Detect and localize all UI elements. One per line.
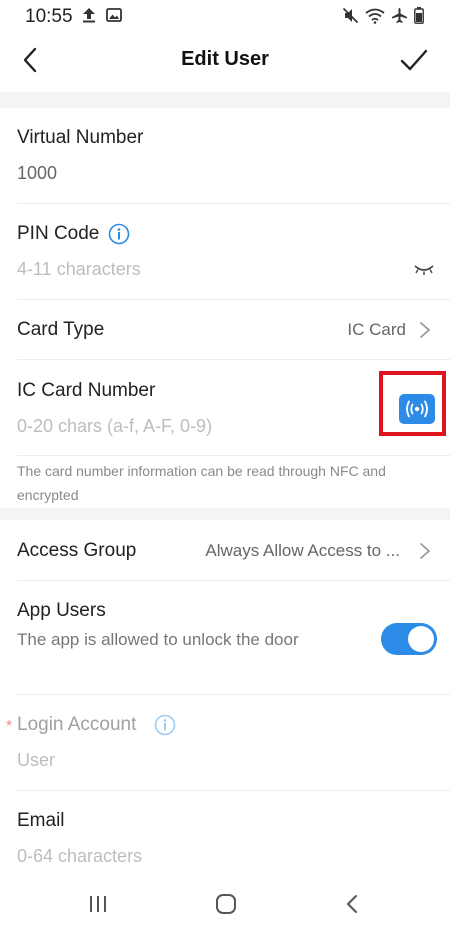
chevron-right-icon: [420, 322, 430, 338]
edit-user-screen: 10:55 Edit User Virtual Number 1000 PIN …: [0, 0, 450, 934]
image-icon: [106, 8, 122, 22]
pin-code-label: PIN Code: [17, 223, 100, 244]
login-account-row[interactable]: Login Account User: [0, 695, 450, 790]
upload-icon: [83, 8, 95, 23]
email-row[interactable]: Email 0-64 characters: [0, 791, 450, 876]
status-left-icons: [82, 7, 122, 23]
pin-code-input[interactable]: 4-11 characters: [17, 259, 141, 280]
wifi-icon: [365, 8, 385, 24]
checkmark-icon: [400, 49, 428, 71]
virtual-number-value[interactable]: 1000: [17, 163, 57, 184]
pin-code-row[interactable]: PIN Code 4-11 characters: [0, 204, 450, 299]
recent-apps-icon[interactable]: [88, 894, 108, 914]
access-group-row[interactable]: Access Group Always Allow Access to ...: [0, 520, 450, 580]
eye-closed-icon[interactable]: [413, 263, 435, 277]
login-account-label: Login Account: [17, 714, 137, 735]
virtual-number-row[interactable]: Virtual Number 1000: [0, 108, 450, 203]
ic-card-number-input[interactable]: 0-20 chars (a-f, A-F, 0-9): [17, 416, 212, 437]
email-label: Email: [17, 810, 65, 831]
home-icon[interactable]: [215, 893, 237, 915]
login-account-input[interactable]: User: [17, 750, 55, 771]
virtual-number-label: Virtual Number: [17, 127, 144, 148]
confirm-button[interactable]: [396, 44, 432, 78]
app-users-toggle[interactable]: [381, 623, 437, 655]
system-nav-bar: [0, 876, 450, 934]
card-type-row[interactable]: Card Type IC Card: [0, 300, 450, 359]
section-gap: [0, 508, 450, 520]
app-users-description: The app is allowed to unlock the door: [17, 630, 299, 649]
card-type-label: Card Type: [17, 319, 105, 340]
chevron-right-icon: [420, 543, 430, 559]
divider: [17, 455, 450, 456]
status-bar: 10:55: [0, 0, 450, 32]
mute-icon: [342, 7, 359, 24]
highlight-box: [379, 371, 446, 436]
airplane-icon: [392, 8, 407, 23]
access-group-label: Access Group: [17, 540, 137, 561]
battery-icon: [414, 7, 424, 24]
email-input[interactable]: 0-64 characters: [17, 846, 142, 867]
status-right-icons: [342, 7, 424, 24]
toggle-knob: [408, 626, 434, 652]
card-type-value: IC Card: [347, 320, 406, 339]
page-title: Edit User: [181, 48, 269, 70]
nfc-hint-text: The card number information can be read …: [17, 463, 386, 503]
section-gap: [0, 92, 450, 108]
access-group-value: Always Allow Access to ...: [205, 541, 400, 560]
app-users-label: App Users: [17, 600, 106, 621]
ic-card-number-label: IC Card Number: [17, 380, 156, 401]
header-bar: Edit User: [0, 32, 450, 92]
info-icon[interactable]: [154, 714, 176, 736]
status-time: 10:55: [25, 6, 73, 27]
back-icon[interactable]: [345, 893, 359, 915]
info-icon[interactable]: [108, 223, 130, 245]
